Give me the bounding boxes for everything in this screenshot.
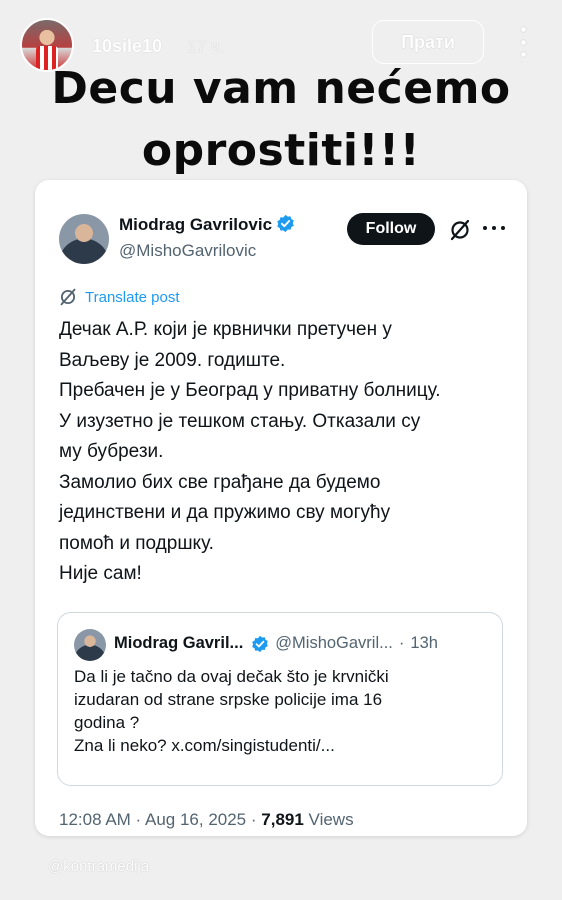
author-avatar[interactable]: [59, 214, 109, 264]
quoted-tweet[interactable]: Miodrag Gavril... @MishoGavril... · 13h …: [57, 612, 503, 786]
more-icon[interactable]: [483, 226, 505, 232]
quoted-line: godina ?: [74, 713, 140, 732]
tweet-line: јединствени и да пружимо сву могућу: [59, 502, 391, 523]
story-caption: Decu vam nećemo oprostiti!!!: [0, 58, 562, 182]
story-username[interactable]: 10sile10: [92, 36, 162, 57]
tweet-timestamp[interactable]: 12:08 AM · Aug 16, 2025 ·: [59, 810, 257, 829]
views-label: Views: [308, 810, 354, 829]
tweet-card: Miodrag Gavrilovic @MishoGavrilovic Foll…: [35, 180, 527, 836]
story-more-icon[interactable]: [516, 27, 530, 57]
tweet-line: Пребачен је у Београд у приватну болницу…: [59, 380, 441, 401]
author-handle[interactable]: @MishoGavrilovic: [119, 241, 256, 261]
caption-line-1: Decu vam nećemo: [51, 63, 511, 114]
translate-post-link[interactable]: Translate post: [59, 288, 180, 306]
quoted-author-avatar: [74, 629, 106, 661]
translate-post-label: Translate post: [85, 288, 180, 306]
verified-badge-icon: [277, 214, 294, 233]
tweet-line: помоћ и подршку.: [59, 532, 214, 554]
watermark: @kontramedija: [48, 858, 150, 875]
translate-icon: [60, 288, 76, 306]
story-time: 17 ч.: [187, 37, 225, 56]
author-name-row[interactable]: Miodrag Gavrilovic: [119, 214, 295, 235]
quoted-line: Da li je tačno da ovaj dečak što je krvn…: [74, 667, 389, 686]
quoted-tweet-text: Da li je tačno da ovaj dečak što je krvn…: [74, 665, 484, 757]
quoted-line: izudaran od strane srpske policije ima 1…: [74, 690, 383, 709]
tweet-line: У изузетно је тешком стању. Отказали су: [59, 410, 421, 432]
quoted-tweet-header: Miodrag Gavril... @MishoGavril... · 13h: [114, 634, 438, 653]
views-count: 7,891: [261, 810, 304, 829]
follow-button[interactable]: Follow: [347, 213, 435, 245]
tweet-meta: 12:08 AM · Aug 16, 2025 · 7,891 Views: [59, 810, 354, 830]
quoted-author-name: Miodrag Gavril...: [114, 634, 244, 652]
quoted-time: 13h: [410, 634, 438, 652]
author-name: Miodrag Gavrilovic: [119, 215, 273, 234]
tweet-line: Дечак А.Р. који је крвнички претучен у: [59, 319, 392, 340]
tweet-line: му бубрези.: [59, 441, 164, 462]
tweet-line: Није сам!: [59, 563, 142, 584]
tweet-body: Дечак А.Р. који је крвнички претучен у В…: [59, 315, 519, 590]
caption-line-2: oprostiti!!!: [141, 125, 421, 176]
quoted-line: Zna li neko? x.com/singistudenti/...: [74, 736, 335, 755]
quoted-author-handle: @MishoGavril...: [275, 634, 393, 652]
grok-icon[interactable]: [449, 219, 471, 241]
quoted-separator: ·: [398, 634, 405, 652]
tweet-line: Ваљеву је 2009. годиште.: [59, 349, 286, 371]
verified-badge-icon: [252, 635, 269, 652]
tweet-line: Замолио бих све грађане да будемо: [59, 471, 381, 493]
